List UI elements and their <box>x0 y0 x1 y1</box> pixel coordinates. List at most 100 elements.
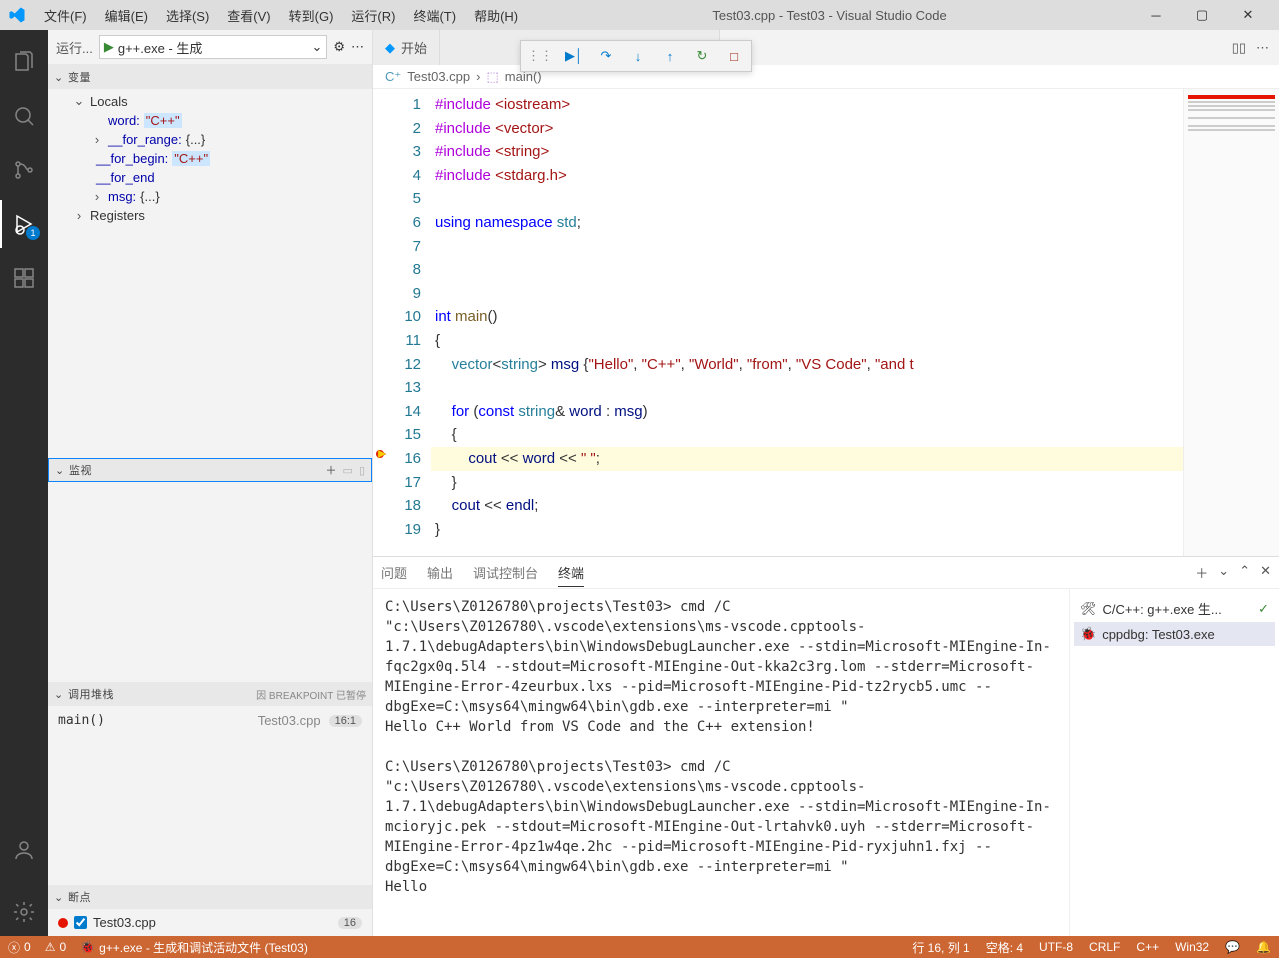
extensions-icon[interactable] <box>0 254 48 302</box>
var-for-range[interactable]: ›__for_range: {...} <box>54 130 372 149</box>
more-icon[interactable]: ⋯ <box>351 39 364 55</box>
code-content[interactable]: #include <iostream>#include <vector>#inc… <box>431 89 1183 556</box>
new-terminal-icon[interactable]: ＋ <box>1195 563 1208 582</box>
step-out-button[interactable]: ↑ <box>659 49 681 64</box>
tab-welcome[interactable]: ◆ 开始 <box>373 30 440 65</box>
terminal-item-debug[interactable]: 🐞 cppdbg: Test03.exe <box>1074 622 1275 646</box>
callstack-frame[interactable]: main() Test03.cpp 16:1 <box>48 710 372 731</box>
terminal-item-task[interactable]: 🛠 C/C++: g++.exe 生... ✓ <box>1074 595 1275 622</box>
var-for-begin[interactable]: __for_begin: "C++" <box>54 149 372 168</box>
maximize-button[interactable]: ▢ <box>1179 0 1225 30</box>
status-eol[interactable]: CRLF <box>1089 939 1120 956</box>
settings-gear-icon[interactable] <box>0 888 48 936</box>
add-watch-icon[interactable]: ＋ <box>326 462 337 478</box>
clear-icon[interactable]: ▯ <box>359 464 365 477</box>
menu-item[interactable]: 文件(F) <box>36 2 95 29</box>
menu-item[interactable]: 帮助(H) <box>466 2 526 29</box>
source-control-icon[interactable] <box>0 146 48 194</box>
run-debug-icon[interactable]: 1 <box>0 200 48 248</box>
debug-floating-toolbar[interactable]: ⋮⋮ ▶│ ↷ ↓ ↑ ↻ □ <box>520 40 752 72</box>
status-cursor-position[interactable]: 行 16, 列 1 <box>912 939 969 956</box>
code-editor[interactable]: 12345678910111213141516171819 #include <… <box>373 89 1279 556</box>
variables-section-header[interactable]: ⌄ 变量 <box>48 65 372 89</box>
continue-button[interactable]: ▶│ <box>563 48 585 64</box>
check-icon: ✓ <box>1258 601 1269 617</box>
maximize-panel-icon[interactable]: ⌃ <box>1239 563 1250 582</box>
breakpoint-checkbox[interactable] <box>74 916 87 929</box>
locals-node[interactable]: ⌄Locals <box>54 91 372 111</box>
variables-tree: ⌄Locals word: "C++" ›__for_range: {...} … <box>48 89 372 235</box>
menu-item[interactable]: 运行(R) <box>343 2 403 29</box>
panel-tab-output[interactable]: 输出 <box>427 559 453 586</box>
menu-item[interactable]: 编辑(E) <box>97 2 156 29</box>
stop-button[interactable]: □ <box>723 49 745 64</box>
menu-bar: 文件(F)编辑(E)选择(S)查看(V)转到(G)运行(R)终端(T)帮助(H) <box>36 2 526 29</box>
status-feedback-icon[interactable]: 💬 <box>1225 939 1240 956</box>
breadcrumb[interactable]: C⁺ Test03.cpp › ⬚ main() <box>373 65 1279 89</box>
callstack-section-header[interactable]: ⌄ 调用堆栈 因 BREAKPOINT 已暂停 <box>48 682 372 706</box>
breakpoints-title: 断点 <box>68 889 91 905</box>
close-button[interactable]: ✕ <box>1225 0 1271 30</box>
status-warnings[interactable]: ⚠ 0 <box>45 940 66 954</box>
registers-node[interactable]: ›Registers <box>54 206 372 225</box>
split-editor-icon[interactable]: ▯▯ <box>1232 40 1246 56</box>
status-language[interactable]: C++ <box>1136 939 1159 956</box>
more-icon[interactable]: ⋯ <box>1256 40 1269 56</box>
tab-label: 开始 <box>401 38 427 57</box>
chevron-down-icon: ⌄ <box>311 39 322 55</box>
restart-button[interactable]: ↻ <box>691 48 713 64</box>
terminal-item-label: cppdbg: Test03.exe <box>1102 627 1215 642</box>
gear-icon[interactable]: ⚙ <box>333 39 345 55</box>
panel-tab-debug-console[interactable]: 调试控制台 <box>473 559 538 586</box>
var-msg[interactable]: ›msg: {...} <box>54 187 372 206</box>
close-panel-icon[interactable]: ✕ <box>1260 563 1271 582</box>
frame-file: Test03.cpp <box>258 713 321 728</box>
bottom-panel: 问题 输出 调试控制台 终端 ＋ ⌄ ⌃ ✕ C:\Users\Z0126780… <box>373 556 1279 936</box>
step-into-button[interactable]: ↓ <box>627 49 649 64</box>
watch-section-header[interactable]: ⌄ 监视 ＋ ▭ ▯ <box>48 458 372 482</box>
status-errors[interactable]: ⓧ 0 <box>8 939 31 956</box>
var-for-end[interactable]: __for_end <box>54 168 372 187</box>
bug-icon: 🐞 <box>1080 626 1096 642</box>
line-gutter: 12345678910111213141516171819 <box>373 89 431 556</box>
minimize-button[interactable]: ─ <box>1133 0 1179 30</box>
minimap[interactable] <box>1183 89 1279 556</box>
menu-item[interactable]: 终端(T) <box>405 2 464 29</box>
explorer-icon[interactable] <box>0 38 48 86</box>
status-encoding[interactable]: UTF-8 <box>1039 939 1073 956</box>
status-launch-config[interactable]: 🐞 g++.exe - 生成和调试活动文件 (Test03) <box>80 939 308 956</box>
breakpoint-file: Test03.cpp <box>93 915 156 930</box>
terminal-output[interactable]: C:\Users\Z0126780\projects\Test03> cmd /… <box>373 589 1069 936</box>
accounts-icon[interactable] <box>0 826 48 874</box>
chevron-down-icon: ⌄ <box>55 464 65 477</box>
panel-tab-terminal[interactable]: 终端 <box>558 559 584 587</box>
debug-badge: 1 <box>26 226 40 240</box>
launch-config-select[interactable]: ▶ g++.exe - 生成 ⌄ <box>99 35 328 59</box>
menu-item[interactable]: 转到(G) <box>281 2 342 29</box>
panel-tabs: 问题 输出 调试控制台 终端 ＋ ⌄ ⌃ ✕ <box>373 557 1279 589</box>
menu-item[interactable]: 选择(S) <box>158 2 217 29</box>
terminal-dropdown-icon[interactable]: ⌄ <box>1218 563 1229 582</box>
editor-area: ◆ 开始 ch.json ▯▯ ⋯ ⋮⋮ ▶│ ↷ ↓ ↑ ↻ □ C⁺ Tes… <box>373 30 1279 936</box>
breakpoint-row[interactable]: Test03.cpp 16 <box>48 912 372 933</box>
titlebar: 文件(F)编辑(E)选择(S)查看(V)转到(G)运行(R)终端(T)帮助(H)… <box>0 0 1279 30</box>
breakpoints-section-header[interactable]: ⌄ 断点 <box>48 885 372 909</box>
step-over-button[interactable]: ↷ <box>595 48 617 64</box>
chevron-down-icon: ⌄ <box>54 688 64 701</box>
watch-title: 监视 <box>69 462 92 478</box>
collapse-icon[interactable]: ▭ <box>343 464 353 477</box>
var-word[interactable]: word: "C++" <box>54 111 372 130</box>
play-icon: ▶ <box>104 39 114 55</box>
status-indentation[interactable]: 空格: 4 <box>986 939 1023 956</box>
search-icon[interactable] <box>0 92 48 140</box>
frame-position: 16:1 <box>329 715 362 727</box>
grip-icon[interactable]: ⋮⋮ <box>527 48 553 64</box>
chevron-down-icon: ⌄ <box>54 891 64 904</box>
cpp-file-icon: C⁺ <box>385 69 401 85</box>
launch-config-label: g++.exe - 生成 <box>118 38 203 57</box>
terminal-list: 🛠 C/C++: g++.exe 生... ✓ 🐞 cppdbg: Test03… <box>1069 589 1279 936</box>
status-platform[interactable]: Win32 <box>1175 939 1209 956</box>
menu-item[interactable]: 查看(V) <box>219 2 278 29</box>
panel-tab-problems[interactable]: 问题 <box>381 559 407 586</box>
status-notifications-icon[interactable]: 🔔 <box>1256 939 1271 956</box>
